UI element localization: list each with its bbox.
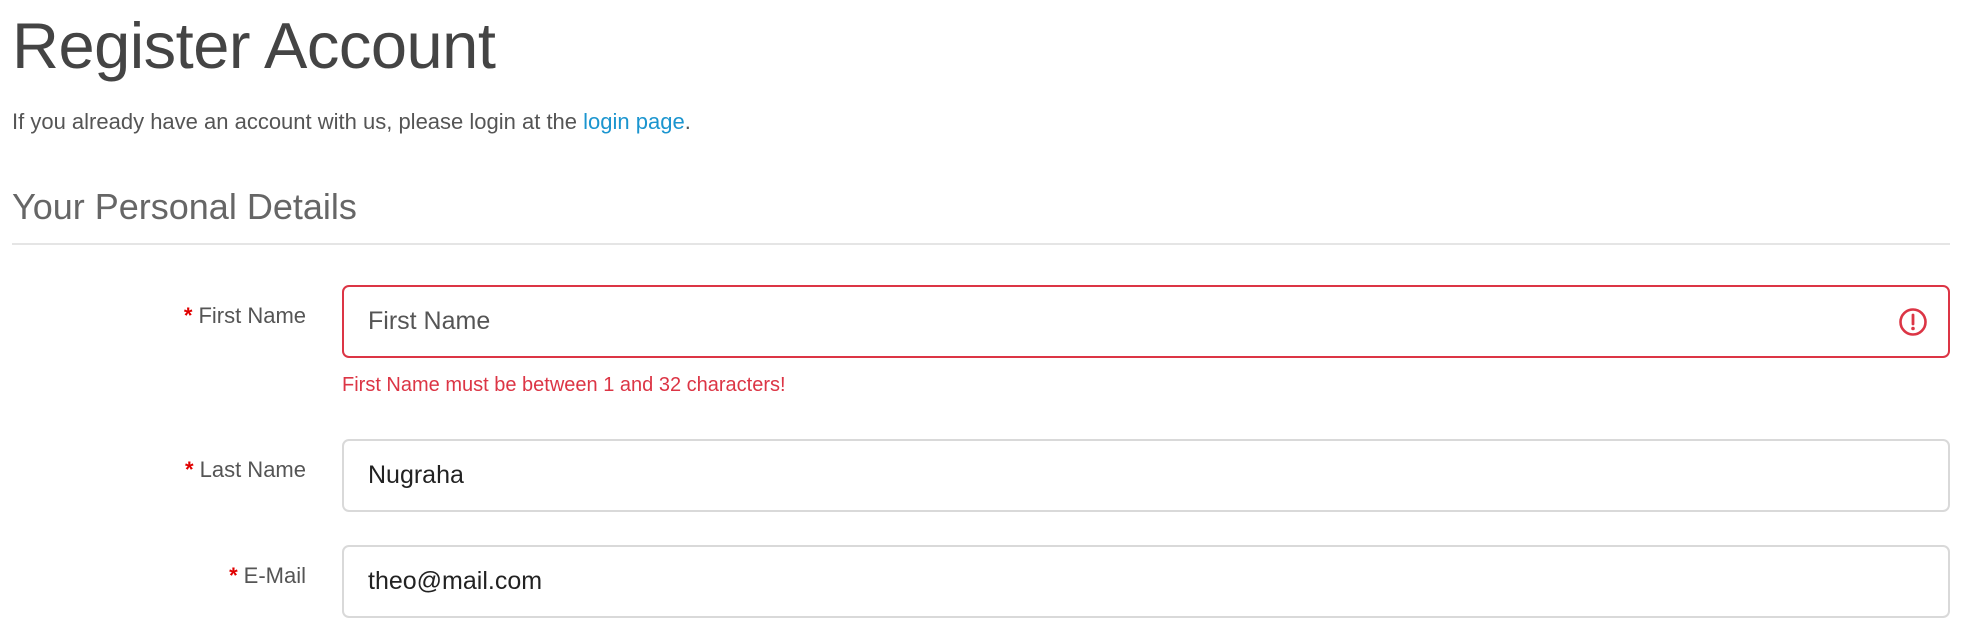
intro-text-before: If you already have an account with us, …	[12, 109, 584, 134]
page-title: Register Account	[12, 9, 496, 82]
last-name-label: * Last Name	[185, 457, 306, 483]
last-name-label-text: Last Name	[199, 457, 306, 482]
intro-text: If you already have an account with us, …	[12, 109, 691, 135]
required-marker: *	[183, 303, 193, 328]
section-title-personal-details: Your Personal Details	[12, 186, 357, 227]
section-divider	[12, 243, 1950, 245]
required-marker: *	[185, 457, 194, 482]
email-label: * E-Mail	[229, 563, 306, 589]
email-input[interactable]	[344, 547, 1948, 616]
first-name-label-text: First Name	[198, 303, 306, 328]
first-name-field	[342, 285, 1950, 358]
first-name-error-message: First Name must be between 1 and 32 char…	[342, 374, 786, 396]
intro-text-after: .	[684, 109, 691, 134]
login-page-link[interactable]: login page	[583, 109, 685, 134]
first-name-label: * First Name	[184, 303, 306, 329]
first-name-input[interactable]	[344, 287, 1948, 356]
exclamation-circle-icon	[1899, 308, 1927, 336]
required-marker: *	[229, 563, 238, 588]
email-label-text: E-Mail	[243, 563, 306, 588]
last-name-field	[342, 439, 1950, 512]
last-name-input[interactable]	[344, 441, 1948, 510]
email-field	[342, 545, 1950, 618]
